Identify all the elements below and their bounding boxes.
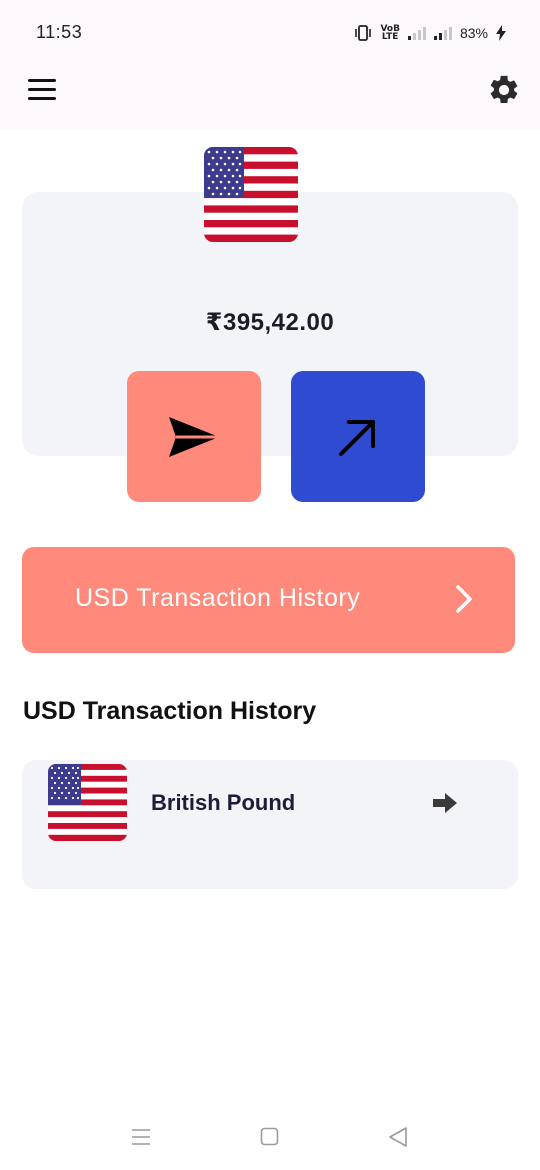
status-bar: 11:53 VoB LTE 83% [0,0,540,68]
balance-amount: ₹395,42.00 [205,309,335,336]
arrow-right-icon[interactable] [432,792,458,814]
send-icon [169,416,219,457]
gear-icon[interactable] [487,73,521,107]
transaction-history-label: USD Transaction History [75,584,361,612]
arrow-up-right-icon [339,419,375,456]
system-nav-bar [0,1110,540,1170]
signal-icon [407,26,426,40]
list-item[interactable]: British Pound [22,760,518,889]
send-button[interactable] [127,371,261,502]
nav-back-icon[interactable] [388,1126,408,1148]
volte-icon: VoB LTE [380,25,400,42]
app-bar [0,68,540,130]
network-label-bottom: LTE [381,32,399,42]
battery-percentage: 83% [459,25,488,41]
currency-name: British Pound [151,790,296,815]
transaction-history-button[interactable]: USD Transaction History [22,547,515,653]
status-time: 11:53 [36,22,83,42]
nav-home-icon[interactable] [260,1127,279,1146]
hamburger-menu-icon[interactable] [28,79,56,101]
nav-menu-icon[interactable] [131,1128,151,1146]
us-flag-icon [48,764,127,841]
receive-button[interactable] [291,371,425,502]
status-icons: VoB LTE 83% [354,22,506,44]
vibrate-icon [355,25,372,41]
section-title: USD Transaction History [23,697,317,725]
charging-bolt-icon [496,25,506,41]
chevron-right-icon [456,585,472,613]
us-flag-icon [204,147,298,242]
signal-icon [433,26,452,40]
